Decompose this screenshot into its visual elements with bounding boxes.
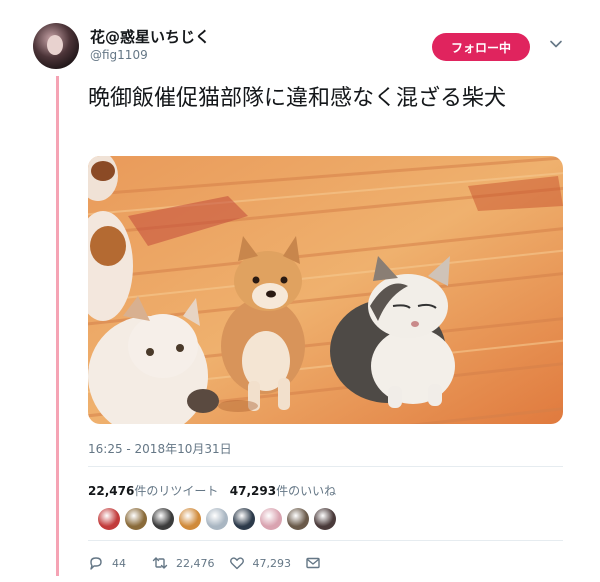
retweet-stat[interactable]: 22,476件のリツイート — [88, 484, 218, 498]
liker-avatar[interactable] — [260, 508, 282, 530]
chevron-down-icon[interactable] — [549, 37, 563, 51]
retweet-count: 22,476 — [176, 556, 215, 570]
liker-avatar[interactable] — [152, 508, 174, 530]
like-stat[interactable]: 47,293件のいいね — [230, 484, 336, 498]
retweet-icon — [152, 557, 168, 569]
reply-icon — [90, 557, 102, 570]
avatar-face — [47, 35, 63, 55]
retweet-action[interactable]: 22,476 — [152, 555, 215, 571]
tweet-photo — [88, 156, 563, 424]
like-stat-label: 件のいいね — [276, 484, 337, 498]
following-button[interactable]: フォロー中 — [432, 33, 530, 61]
retweet-stat-label: 件のリツイート — [134, 484, 219, 498]
liker-avatar[interactable] — [206, 508, 228, 530]
retweet-stat-count: 22,476 — [88, 484, 135, 498]
display-name[interactable]: 花@惑星いちじく — [90, 26, 210, 47]
thread-line — [56, 76, 59, 576]
liker-avatar[interactable] — [98, 508, 120, 530]
like-count: 47,293 — [252, 556, 292, 570]
avatar[interactable] — [33, 23, 79, 69]
liker-avatar[interactable] — [125, 508, 147, 530]
like-stat-count: 47,293 — [229, 484, 277, 498]
tweet-actions: 44 22,476 47,293 — [88, 555, 335, 571]
tweet-timestamp[interactable]: 16:25 - 2018年10月31日 — [88, 440, 232, 457]
liker-avatar[interactable] — [314, 508, 336, 530]
liker-avatar[interactable] — [179, 508, 201, 530]
divider-bottom — [88, 540, 563, 541]
message-action[interactable] — [305, 555, 321, 571]
user-handle[interactable]: @fig1109 — [90, 48, 148, 62]
divider-top — [88, 466, 563, 467]
reply-action[interactable]: 44 — [88, 555, 126, 571]
like-action[interactable]: 47,293 — [229, 555, 292, 571]
tweet-text: 晩御飯催促猫部隊に違和感なく混ざる柴犬 — [88, 86, 507, 111]
liker-avatar[interactable] — [287, 508, 309, 530]
envelope-icon — [306, 557, 320, 569]
liker-avatar[interactable] — [233, 508, 255, 530]
heart-icon — [229, 557, 244, 570]
engagement-stats: 22,476件のリツイート 47,293件のいいね — [88, 482, 336, 499]
tweet-media[interactable] — [88, 156, 563, 424]
reply-count: 44 — [112, 556, 126, 570]
liker-avatars — [98, 508, 336, 530]
